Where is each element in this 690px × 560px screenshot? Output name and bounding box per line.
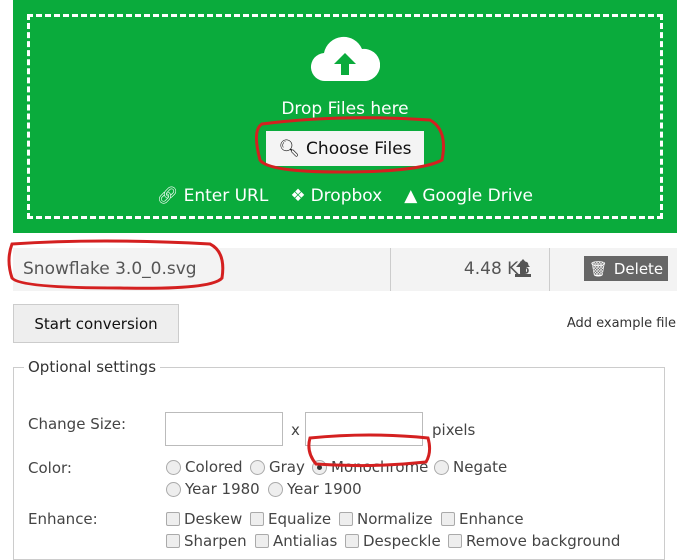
google-drive-label: Google Drive [422, 186, 533, 206]
radio[interactable] [166, 481, 181, 497]
checkbox[interactable] [255, 534, 269, 548]
height-input[interactable] [305, 412, 423, 446]
enhance-normalize[interactable]: Normalize [339, 510, 433, 528]
option-label: Sharpen [184, 532, 247, 550]
google-drive-link[interactable]: ▲ Google Drive [404, 186, 533, 206]
color-option-negate[interactable]: Negate [434, 458, 507, 476]
option-label: Monochrome [331, 458, 429, 476]
enhance-enhance[interactable]: Enhance [441, 510, 524, 528]
color-option-colored[interactable]: Colored [166, 458, 243, 476]
checkbox[interactable] [345, 534, 359, 548]
cloud-upload-icon [310, 36, 380, 82]
enhance-label: Enhance: [28, 510, 98, 528]
color-label: Color: [28, 459, 72, 477]
option-label: Enhance [459, 510, 524, 528]
checkbox[interactable] [339, 512, 353, 526]
link-icon: 🔗︎ [156, 186, 179, 206]
radio[interactable] [166, 459, 181, 475]
enhance-deskew[interactable]: Deskew [166, 510, 242, 528]
checkbox[interactable] [441, 512, 455, 526]
file-name: Snowflake 3.0_0.svg [23, 259, 197, 279]
option-label: Gray [269, 458, 305, 476]
delete-button[interactable]: 🗑︎ Delete [584, 256, 668, 281]
optional-settings-legend: Optional settings [28, 358, 157, 376]
radio[interactable] [250, 459, 265, 475]
enhance-sharpen[interactable]: Sharpen [166, 532, 247, 550]
width-input[interactable] [165, 412, 283, 446]
checkbox[interactable] [166, 534, 180, 548]
option-label: Normalize [357, 510, 433, 528]
drop-files-text: Drop Files here [281, 99, 409, 119]
choose-files-label: Choose Files [306, 138, 412, 159]
option-label: Despeckle [363, 532, 441, 550]
file-row: Snowflake 3.0_0.svg 4.48 KB 🗑︎ Delete [13, 248, 677, 291]
option-label: Negate [453, 458, 508, 476]
dropbox-label: Dropbox [310, 186, 383, 206]
enhance-remove-background[interactable]: Remove background [448, 532, 620, 550]
divider [390, 248, 391, 291]
option-label: Antialias [273, 532, 338, 550]
radio[interactable] [268, 481, 283, 497]
enhance-despeckle[interactable]: Despeckle [345, 532, 441, 550]
option-label: Equalize [268, 510, 332, 528]
delete-label: Delete [613, 259, 664, 278]
radio[interactable] [434, 459, 449, 475]
dropbox-icon: ❖ [290, 186, 306, 206]
option-label: Deskew [184, 510, 243, 528]
optional-settings: Optional settings Change Size: x pixels … [13, 358, 665, 560]
enter-url-link[interactable]: 🔗︎ Enter URL [157, 186, 268, 206]
color-option-gray[interactable]: Gray [250, 458, 305, 476]
radio-selected[interactable] [312, 459, 327, 475]
add-example-file-link[interactable]: Add example file [567, 316, 676, 331]
enhance-equalize[interactable]: Equalize [250, 510, 331, 528]
option-label: Remove background [466, 532, 621, 550]
upload-icon [515, 259, 531, 277]
choose-files-button[interactable]: 🔍︎ Choose Files [266, 131, 424, 166]
color-option-year-1900[interactable]: Year 1900 [268, 480, 362, 498]
pixels-label: pixels [432, 421, 476, 439]
divider [549, 248, 550, 291]
trash-icon: 🗑︎ [588, 259, 608, 278]
option-label: Year 1900 [287, 480, 362, 498]
upload-dropzone[interactable]: Drop Files here 🔍︎ Choose Files 🔗︎ Enter U… [13, 0, 677, 233]
start-conversion-button[interactable]: Start conversion [13, 304, 179, 343]
enter-url-label: Enter URL [183, 186, 269, 206]
search-icon: 🔍︎ [278, 138, 301, 159]
checkbox[interactable] [250, 512, 264, 526]
option-label: Year 1980 [185, 480, 260, 498]
dropbox-link[interactable]: ❖ Dropbox [290, 186, 382, 206]
checkbox[interactable] [166, 512, 180, 526]
option-label: Colored [185, 458, 243, 476]
size-x-label: x [291, 421, 300, 439]
enhance-antialias[interactable]: Antialias [255, 532, 337, 550]
color-option-monochrome[interactable]: Monochrome [312, 458, 428, 476]
checkbox[interactable] [448, 534, 462, 548]
change-size-label: Change Size: [28, 415, 127, 433]
google-drive-icon: ▲ [404, 186, 418, 206]
color-option-year-1980[interactable]: Year 1980 [166, 480, 260, 498]
